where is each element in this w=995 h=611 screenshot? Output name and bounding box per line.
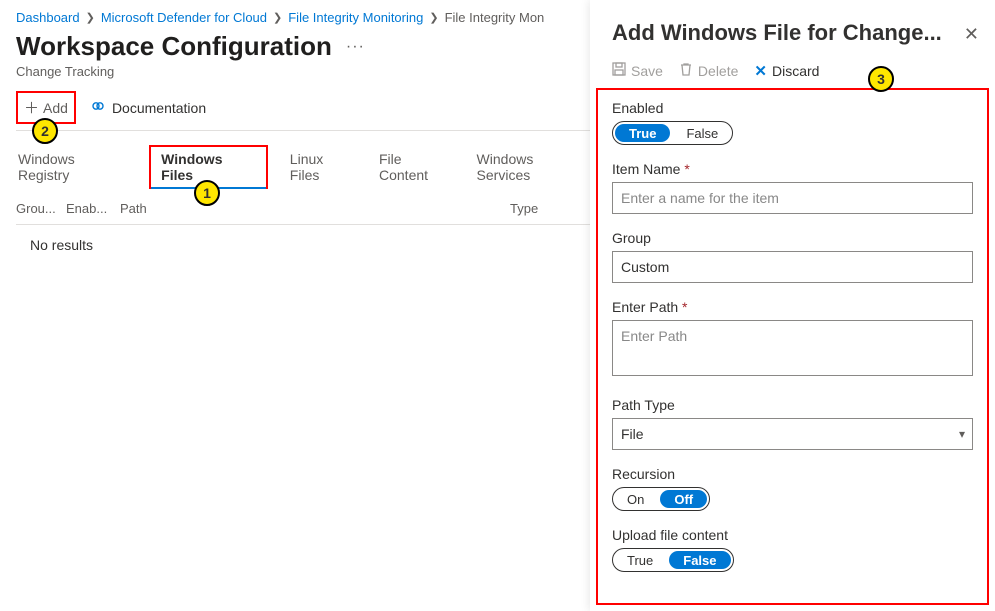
close-icon[interactable]: ✕ — [964, 24, 979, 45]
enabled-true[interactable]: True — [615, 124, 670, 142]
upload-true[interactable]: True — [613, 549, 667, 571]
add-button-label: Add — [43, 100, 68, 116]
tab-windows-files[interactable]: Windows Files — [149, 145, 268, 189]
link-icon — [90, 98, 106, 117]
chevron-right-icon: ❯ — [429, 11, 438, 24]
breadcrumb-current: File Integrity Mon — [445, 10, 545, 25]
documentation-label: Documentation — [112, 100, 206, 116]
item-name-label: Item Name * — [612, 161, 973, 177]
save-label: Save — [631, 63, 663, 79]
discard-icon: ✕ — [754, 62, 767, 80]
chevron-right-icon: ❯ — [273, 11, 282, 24]
tab-windows-registry[interactable]: Windows Registry — [16, 145, 129, 189]
tab-file-content[interactable]: File Content — [377, 145, 455, 189]
documentation-link[interactable]: Documentation — [90, 98, 206, 117]
more-icon[interactable]: ··· — [346, 38, 365, 56]
enabled-false[interactable]: False — [672, 122, 732, 144]
recursion-off[interactable]: Off — [660, 490, 707, 508]
recursion-toggle[interactable]: On Off — [612, 487, 710, 511]
breadcrumb-defender[interactable]: Microsoft Defender for Cloud — [101, 10, 267, 25]
tab-windows-services[interactable]: Windows Services — [475, 145, 590, 189]
save-button[interactable]: Save — [612, 62, 663, 80]
tabs: Windows Registry Windows Files Linux Fil… — [16, 145, 590, 189]
plus-icon: ＋ — [24, 97, 39, 118]
upload-content-toggle[interactable]: True False — [612, 548, 734, 572]
upload-false[interactable]: False — [669, 551, 730, 569]
page-subtitle: Change Tracking — [16, 64, 590, 79]
table-empty: No results — [16, 233, 590, 253]
enabled-toggle[interactable]: True False — [612, 121, 733, 145]
col-group[interactable]: Grou... — [16, 201, 66, 216]
path-type-select[interactable] — [612, 418, 973, 450]
save-icon — [612, 62, 626, 80]
group-label: Group — [612, 230, 973, 246]
page-title: Workspace Configuration — [16, 31, 332, 62]
recursion-on[interactable]: On — [613, 488, 658, 510]
trash-icon — [679, 62, 693, 80]
chevron-right-icon: ❯ — [86, 11, 95, 24]
add-button[interactable]: ＋ Add — [16, 91, 76, 124]
table-header: Grou... Enab... Path Type — [16, 201, 590, 225]
panel-title: Add Windows File for Change... — [612, 20, 942, 46]
breadcrumb-fim[interactable]: File Integrity Monitoring — [288, 10, 423, 25]
discard-label: Discard — [772, 63, 819, 79]
group-input[interactable] — [612, 251, 973, 283]
enter-path-input[interactable] — [612, 320, 973, 376]
delete-label: Delete — [698, 63, 738, 79]
breadcrumb-dashboard[interactable]: Dashboard — [16, 10, 80, 25]
discard-button[interactable]: ✕ Discard — [754, 62, 819, 80]
col-type[interactable]: Type — [510, 201, 590, 216]
col-enabled[interactable]: Enab... — [66, 201, 116, 216]
delete-button[interactable]: Delete — [679, 62, 738, 80]
breadcrumb: Dashboard ❯ Microsoft Defender for Cloud… — [16, 10, 590, 25]
tab-linux-files[interactable]: Linux Files — [288, 145, 357, 189]
recursion-label: Recursion — [612, 466, 973, 482]
enter-path-label: Enter Path * — [612, 299, 973, 315]
upload-content-label: Upload file content — [612, 527, 973, 543]
path-type-label: Path Type — [612, 397, 973, 413]
item-name-input[interactable] — [612, 182, 973, 214]
enabled-label: Enabled — [612, 100, 973, 116]
col-path[interactable]: Path — [116, 201, 510, 216]
add-file-panel: Add Windows File for Change... ✕ Save De… — [590, 0, 995, 611]
